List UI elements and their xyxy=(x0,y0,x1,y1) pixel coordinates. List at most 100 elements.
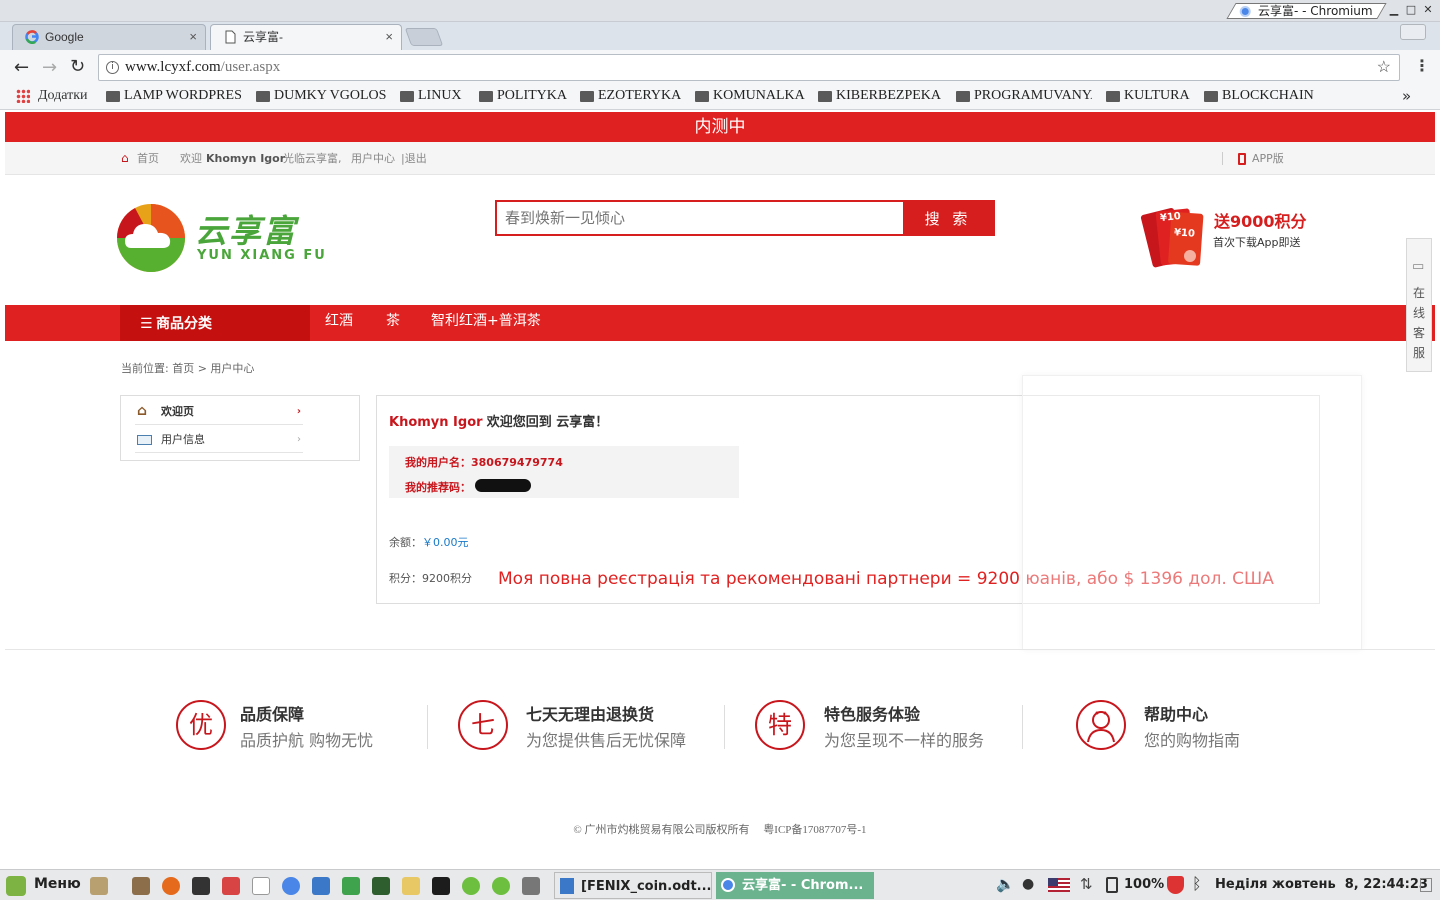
feature-divider xyxy=(1022,705,1023,749)
mint-menu-icon[interactable] xyxy=(6,876,26,896)
sidebar-item-welcome[interactable]: ⌂ 欢迎页 › xyxy=(135,398,303,425)
us-flag-icon[interactable] xyxy=(1048,878,1070,892)
menu-dots-icon[interactable]: ⋮ xyxy=(1414,56,1430,75)
bookmark-folder[interactable]: EZOTERYKA xyxy=(580,88,681,104)
terminal-icon[interactable] xyxy=(192,877,210,895)
leaf-app-icon[interactable] xyxy=(462,877,480,895)
task-fenix-odt[interactable]: [FENIX_coin.odt... xyxy=(554,872,712,899)
promo-headline: 送9000积分 xyxy=(1214,212,1307,231)
close-tab-icon[interactable]: × xyxy=(385,25,393,49)
bookmark-folder[interactable]: KOMUNALKA xyxy=(695,88,805,104)
username-value: 380679479774 xyxy=(471,456,563,469)
maximize-button[interactable]: □ xyxy=(1404,3,1418,17)
tab-yunxiangfu[interactable]: 云享富- × xyxy=(210,24,402,50)
bookmark-folder[interactable]: PROGRAMUVANYA xyxy=(956,88,1092,104)
minimize-button[interactable]: ▁ xyxy=(1387,3,1401,17)
text-editor-icon[interactable] xyxy=(402,877,420,895)
window-titlebar: 云享富- - Chromium ▁ □ ✕ xyxy=(0,0,1440,22)
username-row: 我的用户名：380679479774 xyxy=(405,454,563,470)
volume-icon[interactable]: 🔈 xyxy=(996,875,1015,893)
back-arrow-icon[interactable]: ← xyxy=(14,57,29,78)
system-taskbar: Меню [FENIX_coin.odt... 云享富- - Chrom... … xyxy=(0,869,1440,900)
topnav-username: Khomyn Igor xyxy=(206,152,286,165)
workspace-icon[interactable] xyxy=(1420,878,1432,892)
bookmark-star-icon[interactable]: ☆ xyxy=(1377,55,1391,80)
info-icon[interactable]: i xyxy=(106,61,119,74)
bookmark-folder[interactable]: POLITYKA xyxy=(479,88,567,104)
feature-subtitle: 为您呈现不一样的服务 xyxy=(824,731,985,750)
feature-title: 品质保障 xyxy=(240,705,305,724)
document-icon[interactable] xyxy=(252,877,270,895)
category-link[interactable]: 红酒 xyxy=(325,305,353,337)
app-link[interactable]: APP版 xyxy=(1252,142,1284,175)
balance-row: 余额：￥0.00元 xyxy=(389,534,469,550)
search-button[interactable]: 搜 索 xyxy=(903,202,993,234)
ticket-label: ¥10 xyxy=(1173,227,1196,240)
writer-icon[interactable] xyxy=(312,877,330,895)
logout-link[interactable]: |退出 xyxy=(401,142,427,175)
close-window-button[interactable]: ✕ xyxy=(1421,3,1435,17)
chevron-right-icon: › xyxy=(297,434,301,445)
tab-google[interactable]: Google × xyxy=(12,24,206,50)
address-bar[interactable]: i www.lcyxf.com/user.aspx ☆ xyxy=(98,54,1400,81)
sidebar-item-user-info[interactable]: 用户信息 › xyxy=(135,426,303,453)
files-icon[interactable] xyxy=(132,877,150,895)
account-info-box: 我的用户名：380679479774 我的推荐码： xyxy=(389,446,739,498)
bookmark-folder[interactable]: LAMP WORDPRESS xyxy=(106,88,242,104)
home-link[interactable]: 首页 xyxy=(137,142,159,175)
user-icon[interactable]: ● xyxy=(1022,876,1034,892)
bookmark-folder[interactable]: DUMKY VGOLOS xyxy=(256,88,386,104)
welcome-suffix: 光临云享富, xyxy=(283,152,342,165)
bookmark-folder[interactable]: LINUX xyxy=(400,88,462,104)
topnav-divider xyxy=(1222,152,1223,165)
bookmark-folder[interactable]: KIBERBEZPEKA xyxy=(818,88,941,104)
category-link[interactable]: 茶 xyxy=(386,305,400,337)
reload-icon[interactable]: ↻ xyxy=(70,56,85,77)
username-label: 我的用户名： xyxy=(405,456,471,469)
bookmark-apps[interactable]: Додатки xyxy=(38,88,88,104)
leaf-app-icon[interactable] xyxy=(492,877,510,895)
close-tab-icon[interactable]: × xyxy=(189,25,197,49)
new-tab-button[interactable] xyxy=(404,28,444,46)
calc-icon[interactable] xyxy=(342,877,360,895)
task-chromium[interactable]: 云享富- - Chrom... xyxy=(716,872,874,899)
firefox-icon[interactable] xyxy=(162,877,180,895)
system-monitor-icon[interactable] xyxy=(432,877,450,895)
profile-icon[interactable] xyxy=(1400,24,1426,40)
bookmarks-overflow-button[interactable]: » xyxy=(1402,87,1411,105)
page-icon xyxy=(225,30,236,44)
task-label: [FENIX_coin.odt... xyxy=(581,879,712,894)
category-link[interactable]: 智利红酒+普洱茶 xyxy=(431,305,541,337)
shield-icon[interactable] xyxy=(1167,876,1184,894)
app-icon[interactable] xyxy=(372,877,390,895)
chromium-icon[interactable] xyxy=(282,877,300,895)
bluetooth-icon[interactable]: ᛒ xyxy=(1192,874,1202,893)
bookmark-folder[interactable]: KULTURA xyxy=(1106,88,1190,104)
search-input[interactable] xyxy=(497,202,905,234)
site-topnav: ⌂ 首页 欢迎 Khomyn Igor 光临云享富, 用户中心 |退出 APP版 xyxy=(5,142,1435,175)
promo-subtitle: 首次下载App即送 xyxy=(1213,236,1301,249)
app-promo[interactable]: ¥5 ¥10 ¥10 送9000积分 首次下载App即送 xyxy=(1138,200,1318,270)
chevron-right-icon: › xyxy=(296,406,301,417)
google-icon xyxy=(25,30,39,44)
feature-subtitle: 品质护航 购物无忧 xyxy=(240,731,374,750)
show-desktop-icon[interactable] xyxy=(90,877,108,895)
screenshot-icon[interactable] xyxy=(522,877,540,895)
welcome-prefix: 欢迎 xyxy=(180,152,202,165)
battery-icon[interactable] xyxy=(1106,877,1118,893)
tab-label: Google xyxy=(45,30,84,44)
menu-button[interactable]: Меню xyxy=(34,876,81,892)
categories-button[interactable]: ☰ 商品分类 xyxy=(120,305,310,341)
online-service-tab[interactable]: ▭ 在线客服 xyxy=(1406,238,1432,372)
forward-arrow-icon[interactable]: → xyxy=(42,57,57,78)
logo-pinyin: YUN XIANG FU xyxy=(197,248,327,263)
network-icon[interactable]: ⇅ xyxy=(1080,875,1093,893)
site-logo[interactable]: 云享富 YUN XIANG FU xyxy=(115,200,330,275)
section-divider xyxy=(5,649,1435,650)
dc-app-icon[interactable] xyxy=(222,877,240,895)
url-path: /user.aspx xyxy=(220,59,281,75)
bookmark-folder[interactable]: BLOCKCHAIN xyxy=(1204,88,1314,104)
phone-icon xyxy=(1238,153,1246,165)
clock[interactable]: Неділя жовтень 8, 22:44:23 xyxy=(1215,877,1428,892)
user-center-link[interactable]: 用户中心 xyxy=(351,142,395,175)
